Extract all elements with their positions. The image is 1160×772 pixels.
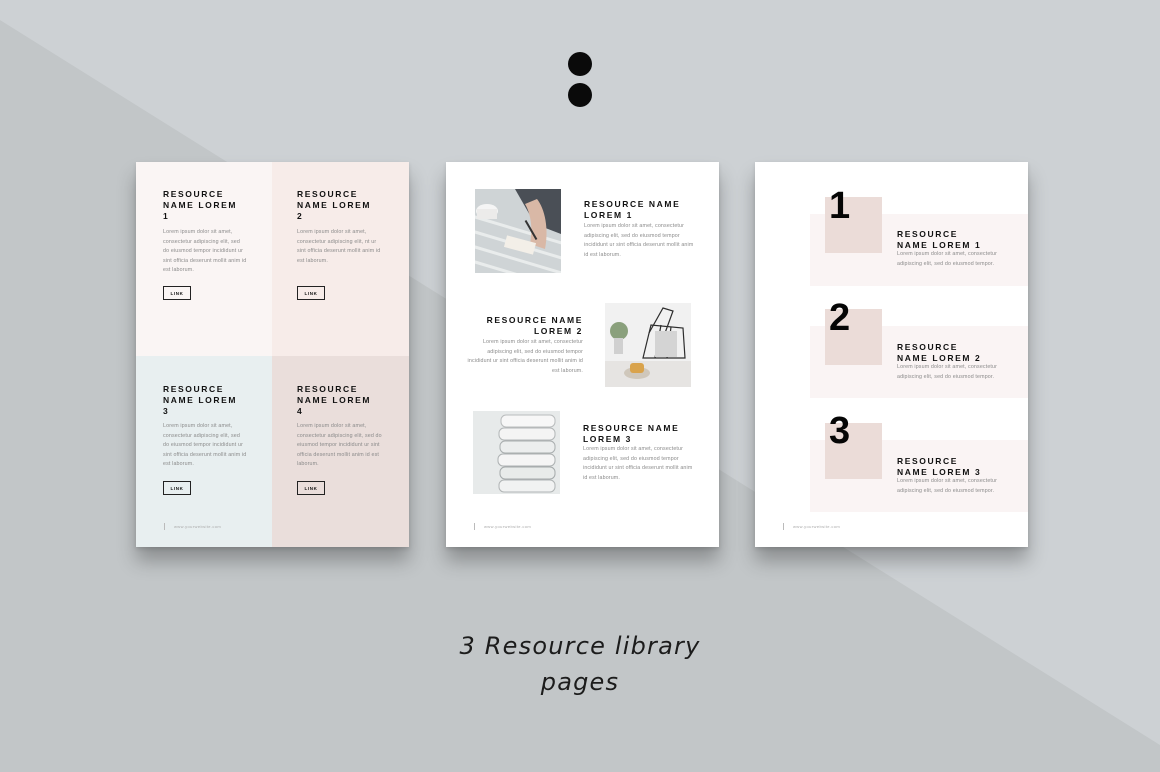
footer-website[interactable]: www.yourwebsite.com — [793, 524, 840, 529]
item-number: 1 — [829, 185, 851, 227]
page-footer: www.yourwebsite.com — [474, 523, 531, 530]
link-button[interactable]: LINK — [163, 286, 191, 300]
footer-divider — [783, 523, 784, 530]
quadrant-title: RESOURCE NAME LOREM 4 — [297, 384, 372, 416]
page-numbered-layout: 1 RESOURCE NAME LOREM 1 Lorem ipsum dolo… — [755, 162, 1028, 547]
link-button[interactable]: LINK — [163, 481, 191, 495]
item-body: Lorem ipsum dolor sit amet, consectetur … — [897, 251, 998, 267]
quadrant-body: Lorem ipsum dolor sit amet, consectetur … — [163, 229, 247, 274]
item-title: RESOURCE NAME LOREM 2 — [897, 342, 982, 363]
item-body: Lorem ipsum dolor sit amet, consectetur … — [467, 339, 583, 374]
quadrant-body: Lorem ipsum dolor sit amet, consectetur … — [163, 423, 247, 468]
quadrant-title: RESOURCE NAME LOREM 2 — [297, 189, 372, 221]
item-title: RESOURCE NAME LOREM 3 — [583, 423, 680, 444]
link-button[interactable]: LINK — [297, 481, 325, 495]
page-photo-layout: RESOURCE NAME LOREM 1 Lorem ipsum dolor … — [446, 162, 719, 547]
quadrant-title: RESOURCE NAME LOREM 1 — [163, 189, 238, 221]
quadrant-3: RESOURCE NAME LOREM 3 Lorem ipsum dolor … — [136, 356, 273, 547]
item-title: RESOURCE NAME LOREM 1 — [897, 229, 982, 250]
item-title: RESOURCE NAME LOREM 3 — [897, 456, 982, 477]
footer-website[interactable]: www.yourwebsite.com — [484, 524, 531, 529]
item-title: RESOURCE NAME LOREM 2 — [486, 315, 583, 336]
quadrant-4: RESOURCE NAME LOREM 4 Lorem ipsum dolor … — [272, 356, 409, 547]
quadrant-1: RESOURCE NAME LOREM 1 Lorem ipsum dolor … — [136, 162, 273, 356]
item-title: RESOURCE NAME LOREM 1 — [584, 199, 681, 220]
quadrant-body: Lorem ipsum dolor sit amet, consectetur … — [297, 229, 381, 264]
footer-divider — [474, 523, 475, 530]
writing-notebook-photo — [475, 189, 561, 273]
colon-dot-bottom — [568, 83, 592, 107]
page-footer: www.yourwebsite.com — [164, 523, 221, 530]
item-body: Lorem ipsum dolor sit amet, consectetur … — [897, 364, 998, 380]
caption-line-2: pages — [540, 668, 620, 696]
quadrant-title: RESOURCE NAME LOREM 3 — [163, 384, 238, 416]
item-number: 2 — [829, 297, 851, 339]
item-body: Lorem ipsum dolor sit amet, consectetur … — [583, 446, 693, 481]
page-grid-layout: RESOURCE NAME LOREM 1 Lorem ipsum dolor … — [136, 162, 409, 547]
item-body: Lorem ipsum dolor sit amet, consectetur … — [584, 223, 694, 258]
quadrant-body: Lorem ipsum dolor sit amet, consectetur … — [297, 423, 382, 468]
footer-website[interactable]: www.yourwebsite.com — [174, 524, 221, 529]
link-button[interactable]: LINK — [297, 286, 325, 300]
colon-dot-top — [568, 52, 592, 76]
item-number: 3 — [829, 410, 851, 452]
item-body: Lorem ipsum dolor sit amet, consectetur … — [897, 478, 998, 494]
footer-divider — [164, 523, 165, 530]
stacked-files-photo — [473, 411, 560, 494]
magazine-basket-photo — [605, 303, 691, 387]
quadrant-2: RESOURCE NAME LOREM 2 Lorem ipsum dolor … — [272, 162, 409, 356]
caption-line-1: 3 Resource library — [459, 632, 701, 660]
caption: 3 Resource library pages — [0, 628, 1160, 700]
page-footer: www.yourwebsite.com — [783, 523, 840, 530]
